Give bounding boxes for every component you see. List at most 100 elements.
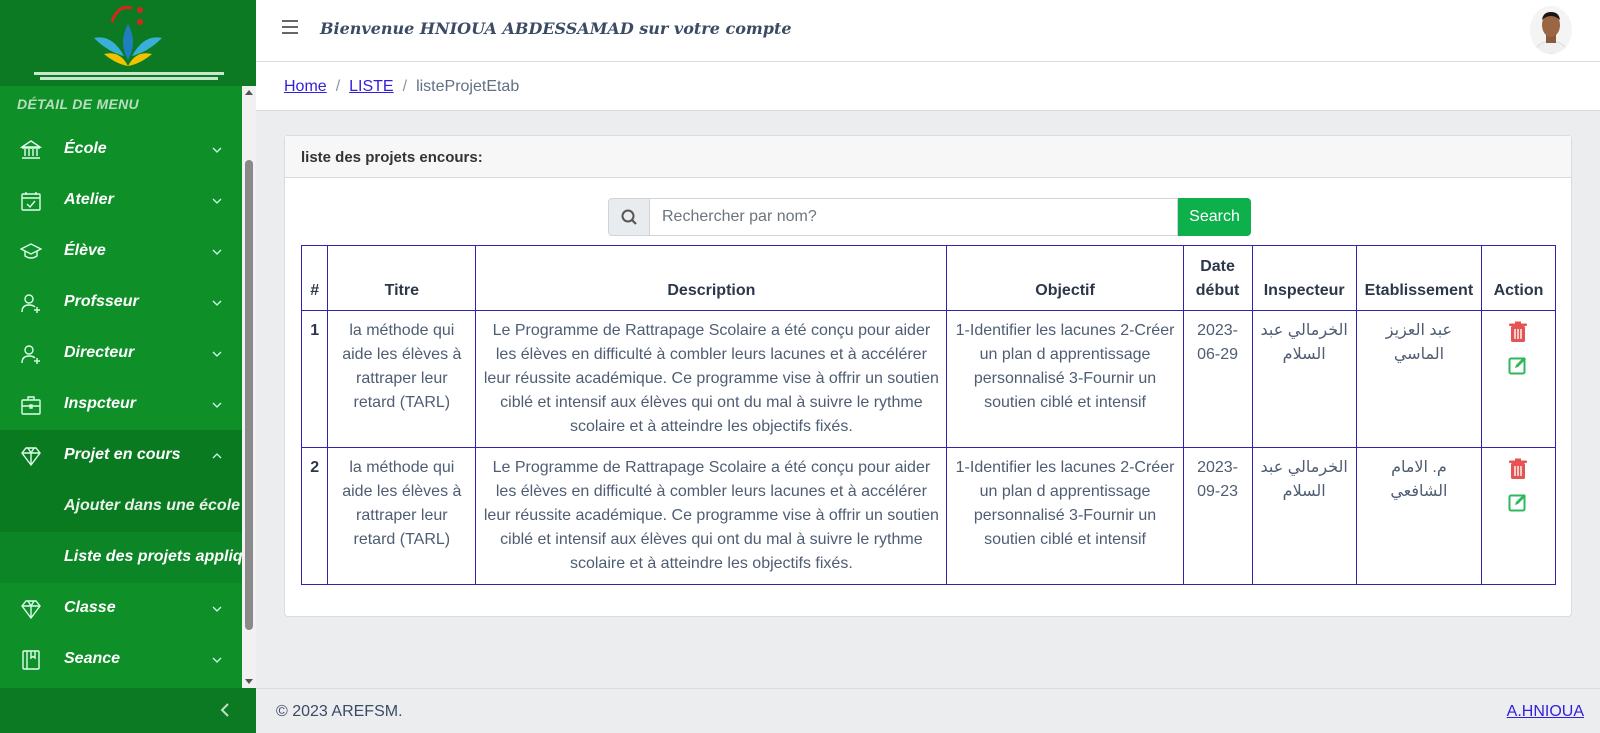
cell-description: Le Programme de Rattrapage Scolaire a ét… [475, 447, 948, 585]
chevron-down-icon [212, 402, 222, 408]
sidebar-item-classe[interactable]: Classe [0, 583, 242, 634]
chevron-down-icon [212, 249, 222, 255]
sidebar-item-eleve[interactable]: Élève [0, 226, 242, 277]
chevron-down-icon [212, 147, 222, 153]
footer: © 2023 AREFSM. A.HNIOUA [256, 688, 1600, 733]
diamond-icon [21, 600, 41, 620]
bank-icon [20, 140, 42, 159]
delete-trash-icon[interactable] [1508, 321, 1528, 343]
sidebar-item-atelier[interactable]: Atelier [0, 175, 242, 226]
diamond-icon [21, 447, 41, 467]
sidebar-item-label: Seance [64, 650, 121, 667]
menu-toggle-icon[interactable] [282, 20, 298, 38]
chevron-down-icon [212, 606, 222, 612]
graduation-cap-icon [20, 243, 42, 259]
search-icon [608, 198, 650, 236]
sidebar-item-ecole[interactable]: École [0, 124, 242, 175]
chevron-left-icon [220, 703, 229, 717]
breadcrumb-home-link[interactable]: Home [284, 78, 327, 95]
sidebar-item-label: Élève [64, 242, 106, 259]
breadcrumb-liste-link[interactable]: LISTE [349, 78, 393, 95]
sidebar-subitem-label: Liste des projets appliqués [64, 548, 242, 565]
book-icon [22, 650, 40, 670]
row-number: 1 [300, 310, 329, 448]
sidebar-item-label: Atelier [64, 191, 114, 208]
sidebar-item-seance[interactable]: Seance [0, 634, 242, 685]
breadcrumb-separator: / [402, 78, 408, 95]
chevron-down-icon [212, 300, 222, 306]
column-header: Action [1480, 245, 1557, 311]
projects-card: liste des projets encours: Search # Titr… [284, 135, 1572, 617]
column-header: Titre [327, 245, 477, 311]
sidebar-scrollbar[interactable] [242, 86, 256, 688]
sidebar-item-label: Directeur [64, 344, 135, 361]
chevron-down-icon [212, 198, 222, 204]
author-link[interactable]: A.HNIOUA [1507, 703, 1584, 721]
table-row: 2 la méthode qui aide les élèves à rattr… [300, 447, 1557, 585]
breadcrumb-separator: / [335, 78, 341, 95]
sidebar-item-label: Classe [64, 599, 116, 616]
table-row: 1 la méthode qui aide les élèves à rattr… [300, 310, 1557, 448]
cell-date: 2023-06-29 [1182, 310, 1253, 448]
cell-objectif: 1-Identifier les lacunes 2-Créer un plan… [946, 447, 1184, 585]
sidebar-item-label: Projet en cours [64, 446, 181, 463]
sidebar-item-label: Profsseur [64, 293, 139, 310]
sidebar-item-projet-en-cours[interactable]: Projet en cours [0, 430, 242, 481]
table-header-row: # Titre Description Objectif Date début … [300, 245, 1557, 311]
scroll-down-arrow-icon[interactable] [245, 679, 253, 684]
column-header: # [300, 245, 329, 311]
sidebar: DÉTAIL DE MENU École Atelier Élève Profs… [0, 0, 256, 733]
cell-action [1480, 447, 1557, 585]
scrollbar-thumb[interactable] [245, 160, 253, 630]
cell-description: Le Programme de Rattrapage Scolaire a ét… [475, 310, 948, 448]
sidebar-subitem-liste-projets[interactable]: Liste des projets appliqués [0, 532, 242, 583]
column-header: Date début [1182, 245, 1253, 311]
sidebar-nav: DÉTAIL DE MENU École Atelier Élève Profs… [0, 86, 242, 688]
sidebar-item-professeur[interactable]: Profsseur [0, 277, 242, 328]
column-header: Description [475, 245, 948, 311]
cell-titre: la méthode qui aide les élèves à rattrap… [327, 447, 477, 585]
chevron-up-icon [212, 453, 222, 459]
sidebar-title: DÉTAIL DE MENU [17, 96, 139, 112]
copyright-text: © 2023 AREFSM. [276, 703, 403, 720]
cell-date: 2023-09-23 [1182, 447, 1253, 585]
card-title: liste des projets encours: [285, 136, 1571, 178]
delete-trash-icon[interactable] [1508, 458, 1528, 480]
cell-objectif: 1-Identifier les lacunes 2-Créer un plan… [946, 310, 1184, 448]
search-input[interactable] [649, 198, 1178, 236]
header: Bienvenue HNIOUA ABDESSAMAD sur votre co… [256, 0, 1600, 62]
cell-inspecteur: الخرمالي عبد السلام [1251, 310, 1357, 448]
scroll-up-arrow-icon[interactable] [245, 90, 253, 95]
sidebar-subitem-ajouter[interactable]: Ajouter dans une école [0, 481, 242, 532]
avatar[interactable] [1530, 6, 1572, 54]
user-plus-icon [21, 294, 40, 313]
briefcase-icon [21, 396, 41, 415]
row-number: 2 [300, 447, 329, 585]
sidebar-item-inspecteur[interactable]: Inspcteur [0, 379, 242, 430]
cell-inspecteur: الخرمالي عبد السلام [1251, 447, 1357, 585]
column-header: Etablissement [1355, 245, 1482, 311]
projects-table: # Titre Description Objectif Date début … [300, 245, 1557, 585]
welcome-message: Bienvenue HNIOUA ABDESSAMAD sur votre co… [320, 19, 792, 38]
sidebar-toggler[interactable] [0, 688, 256, 733]
cell-etablissement: م. الامام الشافعي [1355, 447, 1482, 585]
sidebar-item-label: École [64, 140, 107, 157]
chevron-down-icon [212, 351, 222, 357]
calendar-check-icon [21, 192, 41, 211]
breadcrumb-current: listeProjetEtab [416, 78, 520, 95]
chevron-down-icon [212, 657, 222, 663]
column-header: Objectif [946, 245, 1184, 311]
user-plus-icon [21, 345, 40, 364]
edit-icon[interactable] [1508, 355, 1528, 377]
search-bar: Search [608, 198, 1251, 236]
cell-action [1480, 310, 1557, 448]
edit-icon[interactable] [1508, 492, 1528, 514]
search-button[interactable]: Search [1178, 198, 1251, 236]
sidebar-item-directeur[interactable]: Directeur [0, 328, 242, 379]
column-header: Inspecteur [1251, 245, 1357, 311]
sidebar-subitem-label: Ajouter dans une école [64, 497, 241, 514]
sidebar-item-label: Inspcteur [64, 395, 137, 412]
cell-titre: la méthode qui aide les élèves à rattrap… [327, 310, 477, 448]
logo [0, 0, 256, 86]
breadcrumb: Home / LISTE / listeProjetEtab [256, 62, 1600, 111]
